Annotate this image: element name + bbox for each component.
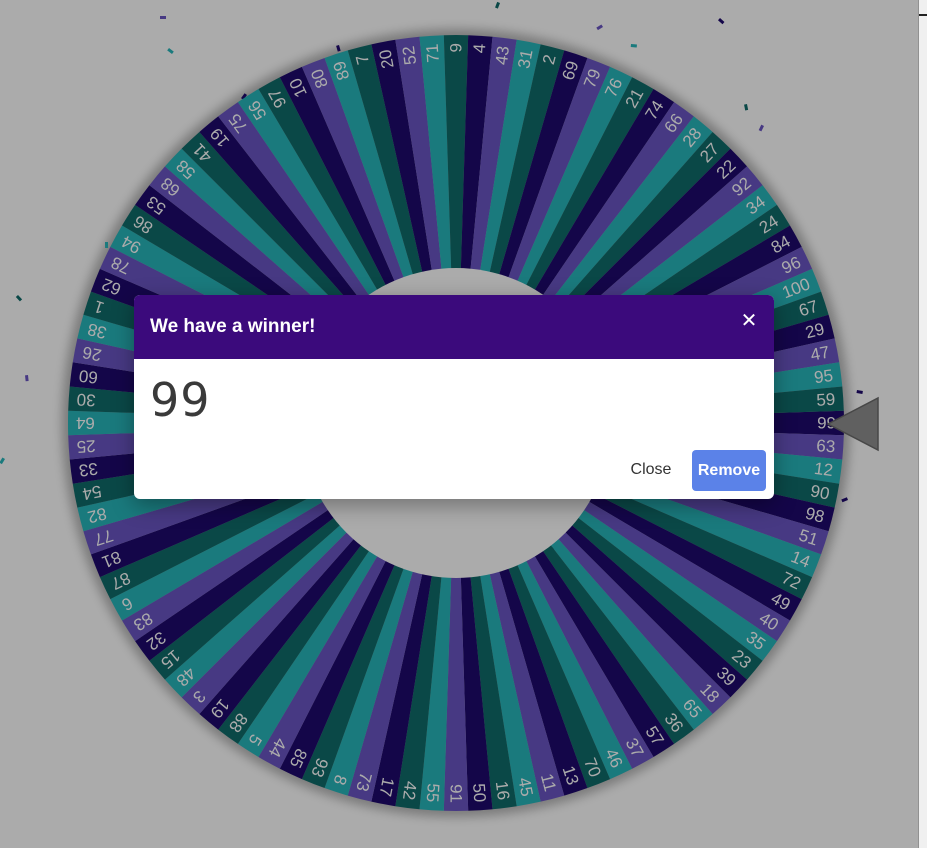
close-icon[interactable]: ✕ bbox=[738, 309, 760, 331]
spinner-stage: 99 63 12 90 98 51 14 72 49 40 35 23 39 18 65 36 57 37 46 70… bbox=[0, 0, 927, 848]
close-button[interactable]: Close bbox=[622, 450, 680, 490]
winner-value: 99 bbox=[150, 373, 211, 427]
dialog-header: We have a winner! ✕ bbox=[134, 295, 774, 359]
dialog-title: We have a winner! bbox=[150, 316, 316, 337]
winner-dialog: We have a winner! ✕ 99 Close Remove bbox=[134, 295, 774, 499]
scrollbar-arrow-icon[interactable] bbox=[919, 14, 927, 16]
remove-button[interactable]: Remove bbox=[692, 450, 766, 491]
scrollbar[interactable] bbox=[918, 0, 927, 848]
